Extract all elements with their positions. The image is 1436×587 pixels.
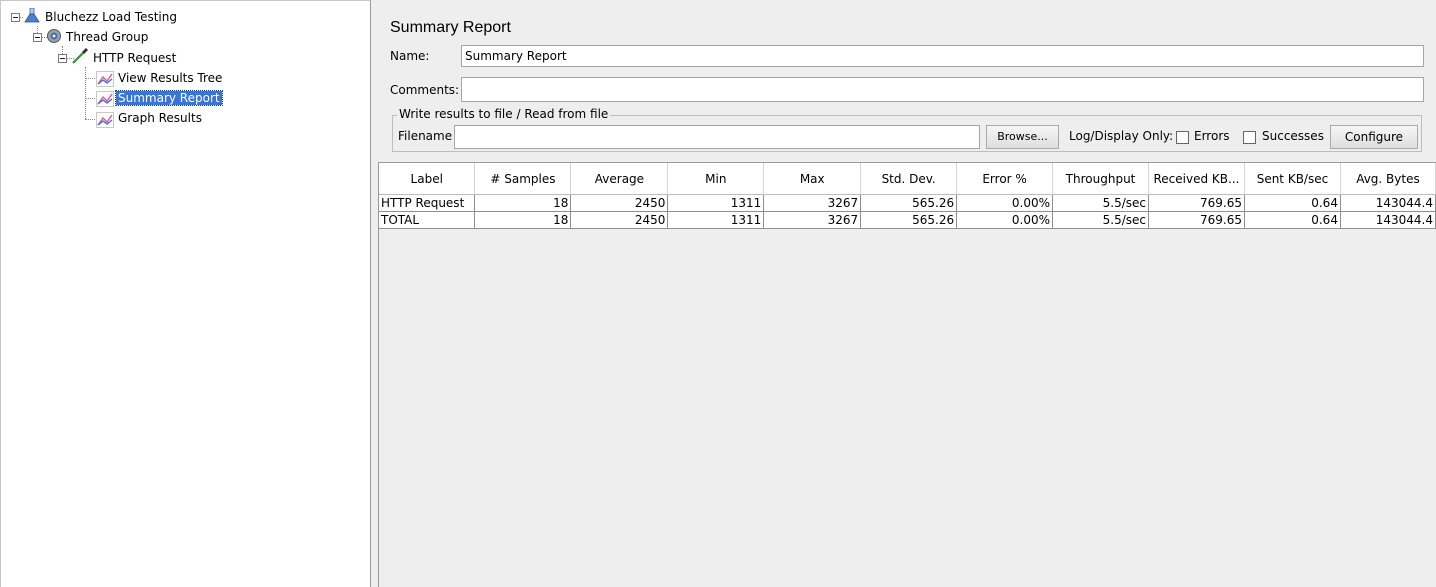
successes-label: Successes	[1262, 129, 1324, 143]
table-cell: 2450	[570, 194, 669, 212]
filename-field[interactable]	[454, 125, 980, 149]
table-cell: 3267	[763, 211, 862, 229]
table-row[interactable]: HTTP Request 18 2450 1311 3267 565.26 0.…	[379, 194, 1436, 212]
file-group-title: Write results to file / Read from file	[397, 107, 611, 121]
name-label: Name:	[390, 49, 430, 63]
comments-field[interactable]	[461, 77, 1424, 102]
tree-node-label: View Results Tree	[118, 71, 223, 85]
table-cell: 18	[474, 194, 572, 212]
table-cell: 3267	[763, 194, 862, 212]
tree-node-summary-report[interactable]: Summary Report	[115, 89, 223, 107]
tree-connector	[85, 67, 86, 119]
graph-icon	[96, 71, 114, 87]
table-cell: 143044.4	[1340, 211, 1436, 229]
column-header[interactable]: Std. Dev.	[860, 163, 958, 195]
comments-label: Comments:	[390, 83, 460, 97]
collapse-toggle[interactable]	[11, 13, 20, 22]
collapse-toggle[interactable]	[58, 54, 67, 63]
table-cell: 18	[474, 211, 572, 229]
tree-node-http-request[interactable]: HTTP Request	[91, 49, 178, 67]
graph-icon	[96, 112, 114, 128]
tree-connector	[85, 119, 95, 120]
browse-button[interactable]: Browse...	[986, 125, 1059, 149]
column-header[interactable]: Avg. Bytes	[1340, 163, 1436, 195]
graph-icon	[96, 91, 114, 107]
column-header[interactable]: Min	[667, 163, 765, 195]
table-cell: 2450	[570, 211, 669, 229]
table-cell: 565.26	[860, 194, 958, 212]
gear-icon	[47, 29, 61, 43]
tree-node-label: Summary Report	[115, 90, 223, 106]
column-header[interactable]: Label	[379, 163, 476, 195]
flask-icon	[24, 8, 40, 23]
column-header[interactable]: # Samples	[474, 163, 572, 195]
test-plan-tree[interactable]: Bluchezz Load Testing Thread Group HTTP …	[0, 0, 371, 587]
tree-node-label: Bluchezz Load Testing	[45, 10, 177, 24]
tree-node-label: Graph Results	[118, 111, 202, 125]
pipette-icon	[72, 48, 89, 64]
table-cell: 5.5/sec	[1052, 211, 1149, 229]
table-cell: 5.5/sec	[1052, 194, 1149, 212]
table-cell: HTTP Request	[379, 194, 476, 212]
table-cell: 769.65	[1148, 194, 1245, 212]
results-table: Label # Samples Average Min Max Std. Dev…	[379, 163, 1436, 229]
tree-connector	[85, 98, 95, 99]
tree-node-graph-results[interactable]: Graph Results	[116, 109, 204, 127]
split-pane-divider[interactable]	[371, 0, 378, 587]
configure-button[interactable]: Configure	[1330, 125, 1418, 149]
column-header[interactable]: Error %	[956, 163, 1054, 195]
tree-connector	[85, 78, 95, 79]
column-header[interactable]: Sent KB/sec	[1244, 163, 1341, 195]
table-cell: 0.64	[1244, 194, 1341, 212]
table-header-row: Label # Samples Average Min Max Std. Dev…	[379, 163, 1436, 195]
table-cell: TOTAL	[379, 211, 476, 229]
collapse-toggle[interactable]	[33, 33, 42, 42]
column-header[interactable]: Average	[570, 163, 669, 195]
table-cell: 1311	[667, 194, 765, 212]
log-display-label: Log/Display Only:	[1069, 129, 1174, 143]
results-table-area: Label # Samples Average Min Max Std. Dev…	[378, 162, 1436, 587]
table-cell: 1311	[667, 211, 765, 229]
table-cell: 0.00%	[956, 211, 1054, 229]
table-cell: 0.64	[1244, 211, 1341, 229]
page-title: Summary Report	[390, 19, 511, 36]
table-cell: 0.00%	[956, 194, 1054, 212]
tree-node-view-results-tree[interactable]: View Results Tree	[116, 69, 224, 87]
errors-label: Errors	[1194, 129, 1230, 143]
table-cell: 143044.4	[1340, 194, 1436, 212]
tree-node-label: HTTP Request	[93, 51, 177, 65]
filename-label: Filename	[398, 129, 453, 143]
table-cell: 565.26	[860, 211, 958, 229]
successes-checkbox[interactable]	[1243, 131, 1256, 144]
table-row[interactable]: TOTAL 18 2450 1311 3267 565.26 0.00% 5.5…	[379, 211, 1436, 229]
tree-node-root[interactable]: Bluchezz Load Testing	[43, 8, 179, 26]
column-header[interactable]: Received KB...	[1148, 163, 1245, 195]
name-field[interactable]	[461, 45, 1424, 67]
tree-node-label: Thread Group	[66, 30, 149, 44]
column-header[interactable]: Throughput	[1052, 163, 1149, 195]
tree-node-thread-group[interactable]: Thread Group	[64, 28, 150, 46]
errors-checkbox[interactable]	[1176, 131, 1189, 144]
column-header[interactable]: Max	[763, 163, 862, 195]
summary-report-panel: Summary Report Name: Comments: Write res…	[378, 0, 1436, 587]
table-cell: 769.65	[1148, 211, 1245, 229]
